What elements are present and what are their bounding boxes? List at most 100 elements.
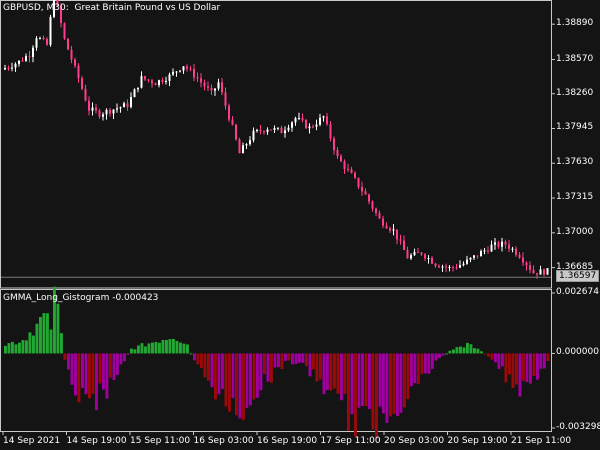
candle-body [42,38,45,40]
histogram-bar [392,353,396,414]
histogram-bar [161,339,165,354]
candle-body [431,257,433,264]
price-tick-label: 1.37945 [556,122,594,133]
candle-body [452,266,454,268]
candle-body [7,67,10,69]
candle-body [116,108,118,110]
candle-body [403,240,405,251]
histogram-bar [203,353,207,378]
histogram-bar [343,353,347,394]
candle-body [511,248,514,250]
histogram-bar [315,353,319,382]
candle-body [109,109,111,114]
histogram-bar [417,353,420,385]
price-tick-label: 1.37630 [556,157,594,168]
histogram-bar [63,353,67,360]
candle-body [179,70,181,72]
time-tick-label: 15 Sep 11:00 [130,436,191,446]
candle-body [165,80,167,82]
candle-body [487,250,489,252]
histogram-bar [98,353,102,384]
indicator-name: GMMA_Long_Gistogram [3,293,110,303]
indicator-value: -0.000423 [112,293,159,303]
indicator-title: GMMA_Long_Gistogram -0.000423 [3,293,158,303]
histogram-bar [536,353,539,380]
histogram-bar [294,353,298,365]
candle-body [140,76,143,88]
histogram-bar [287,353,291,361]
histogram-bar [126,353,130,355]
histogram-bar [259,353,263,391]
candle-body [445,266,447,268]
histogram-bar [427,353,431,374]
candle-body [392,229,395,231]
histogram-bar [88,353,91,399]
price-tick-label: 1.38890 [556,18,594,29]
time-tick-label: 14 Sep 2021 [3,436,61,446]
histogram-bar [189,353,193,355]
candle-body [480,251,482,257]
candle-body [525,262,528,266]
candle-body [536,273,538,275]
histogram-bar [193,353,196,361]
gmma-histogram [4,286,550,439]
candle-body [130,97,132,108]
candle-body [438,266,440,268]
histogram-bar [361,353,364,406]
candle-body [172,71,174,75]
histogram-bar [364,353,368,407]
histogram-bar [46,313,49,354]
histogram-bar [305,353,308,367]
histogram-bar [455,347,459,354]
current-price-label: 1.36597 [556,270,600,283]
histogram-bar [21,340,25,354]
histogram-bar [70,353,74,385]
histogram-bar [95,353,98,411]
candle-body [161,80,164,82]
histogram-bar [490,353,494,360]
candle-body [119,107,122,109]
candle-body [406,250,409,259]
candle-body [378,213,381,219]
histogram-bar [130,348,133,354]
candle-body [67,38,69,50]
histogram-bar [25,340,28,354]
chart-canvas[interactable] [0,0,600,450]
histogram-bar [508,353,511,375]
histogram-bar [357,353,361,408]
histogram-bar [354,353,357,437]
histogram-bar [406,353,410,400]
histogram-bar [18,342,21,354]
histogram-bar [375,353,378,439]
candle-body [301,117,304,121]
histogram-bar [371,353,375,430]
candle-body [466,259,468,264]
histogram-bar [483,353,487,355]
histogram-bar [228,353,231,412]
candle-body [168,74,171,81]
candle-body [224,92,227,106]
time-tick-label: 16 Sep 03:00 [193,436,254,446]
candle-body [175,71,178,73]
candle-body [364,191,367,195]
candle-body [242,145,244,154]
histogram-bar [532,353,536,377]
candle-body [112,109,115,114]
histogram-bar [403,353,406,408]
histogram-bar [462,347,466,354]
candle-body [259,129,262,132]
price-tick-label: 1.37000 [556,226,594,237]
histogram-bar [340,353,343,401]
candle-body [147,79,150,81]
candle-body [207,86,209,88]
histogram-bar [256,353,259,398]
candle-body [25,56,27,61]
histogram-bar [172,338,175,354]
histogram-bar [32,335,35,354]
indicator-tick-label: 0.000000 [556,347,599,358]
candle-body [546,268,549,275]
histogram-bar [196,353,200,365]
symbol-label: GBPUSD, M30: [3,3,69,13]
histogram-bar [336,353,340,394]
histogram-bar [56,303,60,354]
